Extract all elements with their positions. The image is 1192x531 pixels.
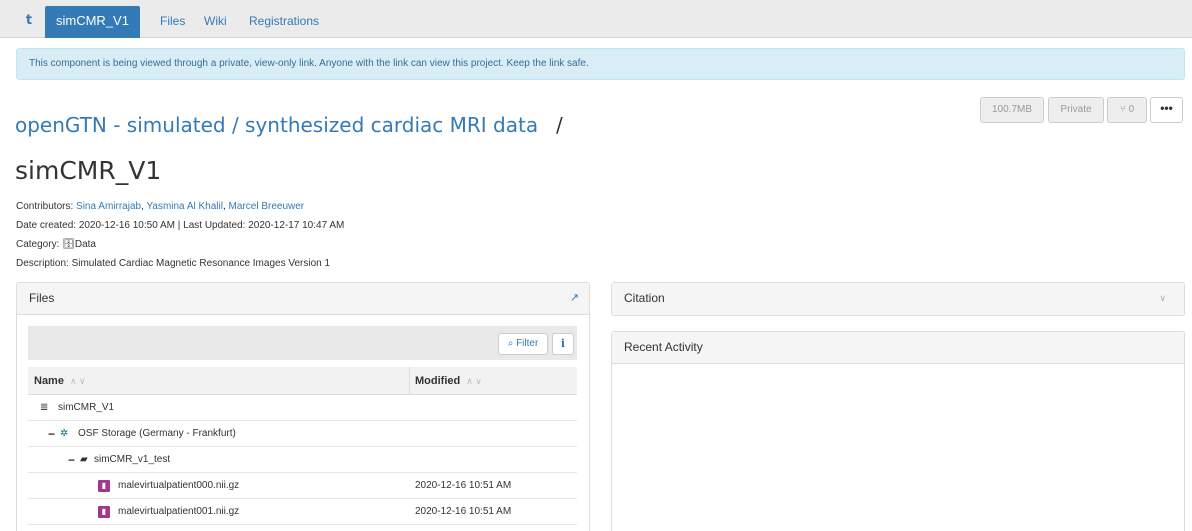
view-only-alert: This component is being viewed through a… xyxy=(16,48,1185,80)
contributor-link[interactable]: Sina Amirrajab xyxy=(76,201,141,212)
collapse-icon[interactable]: − xyxy=(48,421,55,447)
files-panel-title: Files xyxy=(29,291,55,305)
description-line: Description: Simulated Cardiac Magnetic … xyxy=(16,258,331,269)
nav-item-registrations[interactable]: Registrations xyxy=(249,6,319,38)
recent-activity-header: Recent Activity xyxy=(612,332,1184,364)
fork-count: 0 xyxy=(1128,104,1135,115)
size-button: 100.7MB xyxy=(980,97,1044,123)
nav-item-project[interactable]: simCMR_V1 xyxy=(45,6,140,38)
page-title: simCMR_V1 xyxy=(15,156,162,185)
table-row[interactable]: − ✲ OSF Storage (Germany - Frankfurt) xyxy=(28,421,577,447)
recent-activity-title: Recent Activity xyxy=(624,340,703,354)
table-row[interactable]: − ▰ simCMR_v1_test xyxy=(28,447,577,473)
table-row[interactable]: ≣ simCMR_V1 xyxy=(28,395,577,421)
navbar: t simCMR_V1 Files Wiki Registrations xyxy=(0,0,1192,38)
citation-panel-header[interactable]: Citation ∨ xyxy=(612,283,1184,315)
citation-panel[interactable]: Citation ∨ xyxy=(611,282,1185,316)
database-icon: 🗄 xyxy=(62,239,75,250)
category-line: Category: 🗄Data xyxy=(16,239,96,250)
file-icon: ▮ xyxy=(98,506,110,518)
citation-panel-title: Citation xyxy=(624,291,665,305)
filter-button[interactable]: ⌕ Filter xyxy=(498,333,548,355)
fork-button[interactable]: ⑂ 0 xyxy=(1107,97,1147,123)
recent-activity-panel: Recent Activity xyxy=(611,331,1185,531)
file-icon: ▮ xyxy=(98,480,110,492)
chevron-down-icon[interactable]: ∨ xyxy=(1159,283,1166,313)
database-icon: ≣ xyxy=(40,402,49,413)
search-icon: ⌕ xyxy=(507,338,514,349)
dates-line: Date created: 2020-12-16 10:50 AM | Last… xyxy=(16,220,345,231)
contributor-link[interactable]: Marcel Breeuwer xyxy=(229,201,305,212)
collapse-icon[interactable]: − xyxy=(68,447,75,473)
category-value: Data xyxy=(74,239,96,250)
files-toolbar xyxy=(28,326,577,360)
column-divider xyxy=(409,367,410,395)
info-button[interactable]: i xyxy=(552,333,574,355)
sort-arrows-icon[interactable]: ∧ ∨ xyxy=(70,376,86,386)
parent-project-link[interactable]: openGTN - simulated / synthesized cardia… xyxy=(15,113,538,137)
table-row[interactable]: ▮ malevirtualpatient000.nii.gz 2020-12-1… xyxy=(28,473,577,499)
privacy-button[interactable]: Private xyxy=(1048,97,1104,123)
nav-item-wiki[interactable]: Wiki xyxy=(204,6,227,38)
home-icon[interactable]: t xyxy=(15,6,43,38)
nav-item-files[interactable]: Files xyxy=(160,6,185,38)
folder-icon: ▰ xyxy=(80,454,88,465)
table-row[interactable]: ▮ malevirtualpatient001.nii.gz 2020-12-1… xyxy=(28,499,577,525)
contributors-line: Contributors: Sina Amirrajab, Yasmina Al… xyxy=(16,201,305,212)
contributor-link[interactable]: Yasmina Al Khalil xyxy=(146,201,223,212)
osf-storage-icon: ✲ xyxy=(60,428,69,439)
col-name-header[interactable]: Name ∧ ∨ xyxy=(34,367,86,395)
fork-icon: ⑂ xyxy=(1119,104,1126,115)
contributors-label: Contributors: xyxy=(16,201,74,212)
files-panel-header: Files ↗ xyxy=(17,283,589,315)
more-options-button[interactable]: ••• xyxy=(1150,97,1183,123)
sort-arrows-icon[interactable]: ∧ ∨ xyxy=(466,376,482,386)
external-link-icon[interactable]: ↗ xyxy=(570,283,579,313)
files-table-header: Name ∧ ∨ Modified ∧ ∨ xyxy=(28,367,577,395)
title-separator: / xyxy=(556,113,563,137)
col-modified-header[interactable]: Modified ∧ ∨ xyxy=(415,367,482,395)
